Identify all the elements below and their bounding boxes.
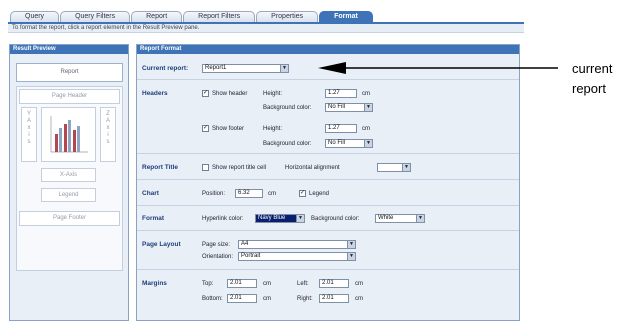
left-margin-input[interactable]: 2.01 — [319, 279, 349, 288]
tab-report-filters[interactable]: Report Filters — [183, 11, 256, 22]
chevron-down-icon: ▼ — [347, 253, 355, 260]
format-label: Format — [142, 215, 165, 222]
preview-legend[interactable]: Legend — [41, 188, 96, 202]
tab-query[interactable]: Query — [10, 11, 60, 22]
show-footer-checkbox[interactable]: ✓ — [202, 125, 209, 132]
right-margin-unit: cm — [355, 296, 363, 302]
margins-label: Margins — [142, 280, 167, 287]
background-color-value: White — [378, 215, 394, 221]
left-margin-label: Left: — [297, 281, 309, 287]
headers-label: Headers — [142, 90, 168, 97]
position-input[interactable]: 6.32 — [235, 189, 263, 198]
header-bg-value: No Fill — [328, 104, 346, 110]
tab-properties[interactable]: Properties — [256, 11, 319, 22]
show-title-checkbox[interactable] — [202, 164, 209, 171]
header-height-input[interactable]: 1.27 — [325, 89, 357, 98]
report-format-panel: Report Format Current report: Report1 ▼ H… — [136, 44, 520, 321]
position-label: Position: — [202, 191, 226, 197]
chevron-down-icon: ▼ — [296, 215, 304, 222]
left-margin-unit: cm — [355, 281, 363, 287]
report-title-label: Report Title — [142, 164, 178, 171]
orientation-value: Portrait — [241, 253, 261, 259]
position-unit: cm — [268, 191, 276, 197]
header-height-unit: cm — [362, 91, 370, 97]
preview-page: Page Header Y A x i s Z A x i s X-Axis L… — [16, 86, 123, 271]
top-margin-unit: cm — [263, 281, 271, 287]
chevron-down-icon: ▼ — [416, 215, 424, 222]
preview-page-footer[interactable]: Page Footer — [19, 211, 120, 226]
tab-format[interactable]: Format — [319, 11, 373, 22]
background-color-select[interactable]: White ▼ — [375, 214, 425, 223]
result-preview-panel: Result Preview Report Page Header Y A x … — [9, 44, 129, 321]
preview-y-axis[interactable]: Y A x i s — [21, 107, 37, 162]
background-color-label: Background color: — [311, 216, 360, 222]
preview-chart-area[interactable] — [41, 107, 96, 162]
chevron-down-icon: ▼ — [402, 164, 410, 171]
current-report-select[interactable]: Report1 ▼ — [202, 64, 289, 73]
header-height-label: Height: — [263, 91, 283, 97]
footer-bg-select[interactable]: No Fill ▼ — [325, 139, 373, 148]
header-bg-label: Background color: — [263, 105, 312, 111]
page-layout-label: Page Layout — [142, 241, 181, 248]
bottom-margin-input[interactable]: 2.01 — [227, 294, 257, 303]
show-header-checkbox[interactable]: ✓ — [202, 90, 209, 97]
info-message: To format the report, click a report ele… — [8, 22, 524, 33]
current-report-value: Report1 — [205, 65, 227, 71]
show-title-label: Show report title cell — [212, 165, 267, 171]
footer-bg-value: No Fill — [328, 140, 346, 146]
current-report-label: Current report: — [142, 65, 189, 72]
top-margin-input[interactable]: 2.01 — [227, 279, 257, 288]
bottom-margin-unit: cm — [263, 296, 271, 302]
right-margin-input[interactable]: 2.01 — [319, 294, 349, 303]
tab-report[interactable]: Report — [131, 11, 183, 22]
preview-page-header[interactable]: Page Header — [19, 89, 120, 104]
preview-report-element[interactable]: Report — [16, 63, 123, 82]
h-align-select[interactable]: ▼ — [377, 163, 411, 172]
chevron-down-icon: ▼ — [280, 65, 288, 72]
bottom-margin-label: Bottom: — [202, 296, 223, 302]
orientation-label: Orientation: — [202, 254, 234, 260]
report-format-title: Report Format — [137, 45, 519, 54]
annotation-current-report: current report — [572, 61, 613, 96]
tab-query-filters[interactable]: Query Filters — [60, 11, 131, 22]
legend-label: Legend — [309, 191, 330, 197]
footer-height-unit: cm — [362, 126, 370, 132]
top-margin-label: Top: — [202, 281, 214, 287]
page-size-label: Page size: — [202, 242, 231, 248]
footer-height-input[interactable]: 1.27 — [325, 124, 357, 133]
hyperlink-color-value: Navy Blue — [258, 215, 286, 221]
show-footer-label: Show footer — [212, 126, 245, 132]
page-size-value: A4 — [241, 241, 249, 247]
right-margin-label: Right: — [297, 296, 313, 302]
hyperlink-color-select[interactable]: Navy Blue ▼ — [255, 214, 305, 223]
chart-label: Chart — [142, 190, 159, 197]
show-header-label: Show header — [212, 91, 248, 97]
result-preview-title: Result Preview — [10, 45, 128, 54]
chevron-down-icon: ▼ — [347, 241, 355, 248]
annotation-arrow — [318, 62, 558, 74]
orientation-select[interactable]: Portrait ▼ — [238, 252, 356, 261]
chevron-down-icon: ▼ — [364, 104, 372, 111]
preview-x-axis[interactable]: X-Axis — [41, 168, 96, 182]
page-size-select[interactable]: A4 ▼ — [238, 240, 356, 249]
legend-checkbox[interactable]: ✓ — [299, 190, 306, 197]
tab-bar: Query Query Filters Report Report Filter… — [10, 11, 373, 22]
hyperlink-color-label: Hyperlink color: — [202, 216, 244, 222]
footer-bg-label: Background color: — [263, 141, 312, 147]
preview-z-axis[interactable]: Z A x i s — [100, 107, 116, 162]
chart-thumbnail-icon — [50, 116, 88, 153]
h-align-label: Horizontal alignment — [285, 165, 340, 171]
chevron-down-icon: ▼ — [364, 140, 372, 147]
footer-height-label: Height: — [263, 126, 283, 132]
header-bg-select[interactable]: No Fill ▼ — [325, 103, 373, 112]
